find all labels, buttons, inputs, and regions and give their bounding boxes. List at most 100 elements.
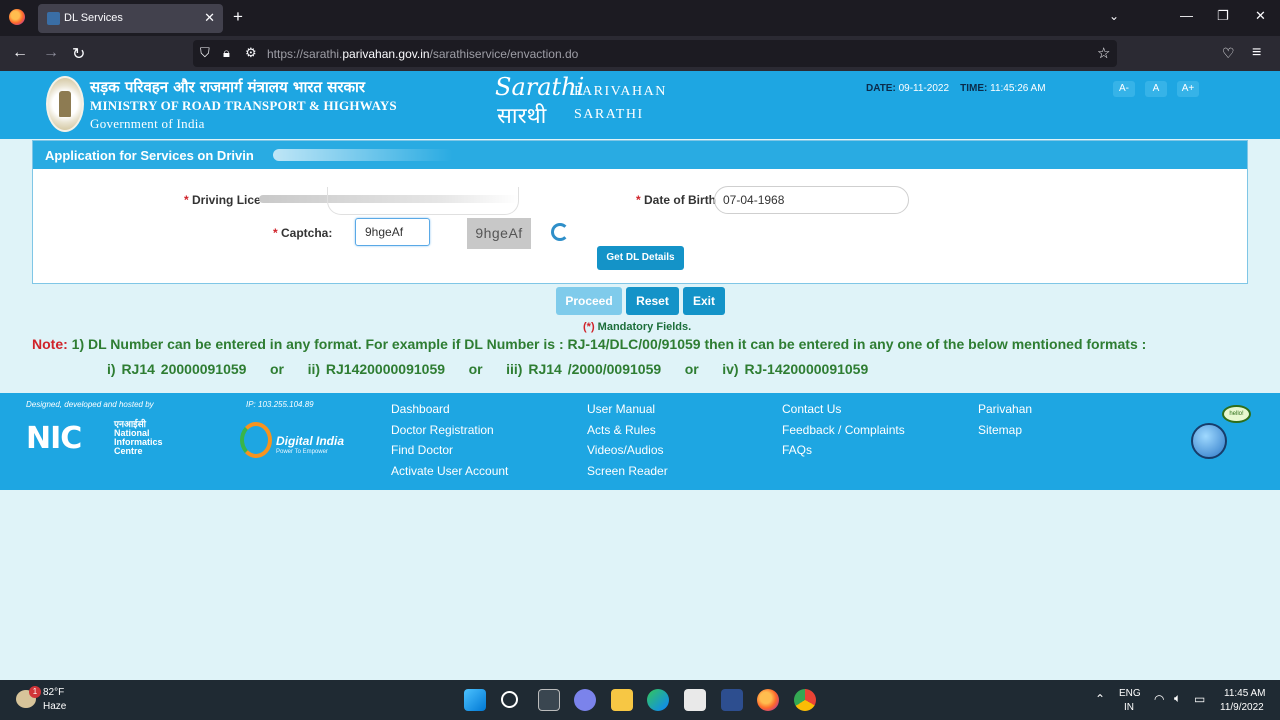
tab-dl-services[interactable]: DL Services ✕ xyxy=(38,4,223,33)
language-region[interactable]: IN xyxy=(1124,702,1134,713)
reset-button[interactable]: Reset xyxy=(626,287,679,315)
menu-icon[interactable]: ≡ xyxy=(1252,44,1261,62)
start-icon[interactable] xyxy=(464,689,486,711)
site-header: सड़क परिवहन और राजमार्ग मंत्रालय भारत सर… xyxy=(0,71,1280,139)
search-icon[interactable] xyxy=(501,691,518,708)
ip-address: IP: 103.255.104.89 xyxy=(246,400,314,409)
dl-number-input[interactable] xyxy=(327,187,519,215)
show-hidden-icons-icon[interactable]: ⌃ xyxy=(1095,692,1105,706)
edge-icon[interactable] xyxy=(647,689,669,711)
sarathi-logo: Sarathi xyxy=(495,73,585,101)
sarathi-wordmark: SARATHI xyxy=(574,107,644,122)
application-panel: Application for Services on Drivin * Dri… xyxy=(32,140,1248,284)
forward-icon[interactable]: → xyxy=(43,44,59,62)
close-tab-icon[interactable]: ✕ xyxy=(204,10,215,26)
back-icon[interactable]: ← xyxy=(12,44,28,62)
browser-nav-bar: ← → ↻ ⛉ 🔒︎ ⚙ https://sarathi.parivahan.g… xyxy=(0,36,1280,71)
dob-label: * Date of Birth xyxy=(636,193,717,207)
weather-condition[interactable]: Haze xyxy=(43,701,66,712)
tab-title: DL Services xyxy=(64,12,123,24)
new-tab-icon[interactable]: + xyxy=(233,7,243,27)
footer-link-dashboard[interactable]: Dashboard xyxy=(391,402,450,416)
sarathi-logo-hindi: सारथी xyxy=(497,104,547,129)
language-indicator[interactable]: ENG xyxy=(1119,688,1141,699)
firefox-icon[interactable] xyxy=(9,9,25,25)
windows-taskbar: 1 82°F Haze ⌃ ENG IN ◠ 🔈︎ ▭ 11:45 AM 11/… xyxy=(0,680,1280,720)
refresh-captcha-icon[interactable] xyxy=(551,223,569,241)
parivahan-wordmark: PARIVAHAN xyxy=(574,84,667,99)
dl-format-examples: i) RJ14 20000091059 or ii) RJ14200000910… xyxy=(107,361,869,377)
chatbot-bubble[interactable]: hello! xyxy=(1222,405,1251,423)
store-icon[interactable] xyxy=(684,689,706,711)
mandatory-fields-note: (*) Mandatory Fields. xyxy=(583,321,692,333)
dl-format-note: Note: 1) DL Number can be entered in any… xyxy=(32,336,1147,352)
font-increase-button[interactable]: A+ xyxy=(1177,81,1199,97)
national-emblem-icon xyxy=(46,76,84,132)
window-close-icon[interactable]: ✕ xyxy=(1255,8,1266,24)
footer-link-parivahan[interactable]: Parivahan xyxy=(978,402,1032,416)
weather-badge: 1 xyxy=(29,686,41,698)
pocket-icon[interactable]: ♡ xyxy=(1222,45,1235,62)
permissions-icon[interactable]: ⚙ xyxy=(245,45,257,61)
ministry-name: MINISTRY OF ROAD TRANSPORT & HIGHWAYS xyxy=(90,98,397,113)
date-time: DATE: 09-11-2022 TIME: 11:45:26 AM xyxy=(866,83,1046,94)
minimize-icon[interactable]: — xyxy=(1180,8,1193,23)
url-bar[interactable]: ⛉ 🔒︎ ⚙ https://sarathi.parivahan.gov.in/… xyxy=(193,40,1117,67)
designed-by-text: Designed, developed and hosted by xyxy=(26,400,154,409)
redacted-blur xyxy=(273,149,453,161)
footer-link-doctor-registration[interactable]: Doctor Registration xyxy=(391,423,494,437)
footer-link-acts-rules[interactable]: Acts & Rules xyxy=(587,423,656,437)
ministry-hindi: सड़क परिवहन और राजमार्ग मंत्रालय भारत सर… xyxy=(90,78,366,96)
get-dl-details-button[interactable]: Get DL Details xyxy=(597,246,684,270)
firefox-taskbar-icon[interactable] xyxy=(757,689,779,711)
shield-icon[interactable]: ⛉ xyxy=(200,45,210,61)
weather-temp[interactable]: 82°F xyxy=(43,687,64,698)
reload-icon[interactable]: ↻ xyxy=(72,44,85,64)
footer-link-user-manual[interactable]: User Manual xyxy=(587,402,655,416)
footer-link-activate-user-account[interactable]: Activate User Account xyxy=(391,464,508,478)
footer-link-find-doctor[interactable]: Find Doctor xyxy=(391,443,453,457)
digital-india-logo: Digital India xyxy=(276,434,345,448)
chrome-icon[interactable] xyxy=(794,689,816,711)
teams-chat-icon[interactable] xyxy=(574,689,596,711)
captcha-input[interactable]: 9hgeAf xyxy=(355,218,430,246)
digital-india-tagline: Power To Empower xyxy=(276,449,328,455)
footer-link-sitemap[interactable]: Sitemap xyxy=(978,423,1022,437)
panel-header: Application for Services on Drivin xyxy=(33,141,1247,169)
wifi-icon[interactable]: ◠ xyxy=(1154,692,1164,706)
volume-icon[interactable]: 🔈︎ xyxy=(1174,691,1181,706)
task-view-icon[interactable] xyxy=(538,689,560,711)
font-decrease-button[interactable]: A- xyxy=(1113,81,1135,97)
clock-time[interactable]: 11:45 AM xyxy=(1224,688,1266,699)
font-normal-button[interactable]: A xyxy=(1145,81,1167,97)
government-of-india: Government of India xyxy=(90,116,205,131)
nic-logo: NIC xyxy=(26,421,82,456)
digital-india-icon xyxy=(240,422,272,458)
exit-button[interactable]: Exit xyxy=(683,287,725,315)
clock-date[interactable]: 11/9/2022 xyxy=(1220,702,1264,713)
footer-link-videos-audios[interactable]: Videos/Audios xyxy=(587,443,664,457)
captcha-label: * Captcha: xyxy=(273,226,333,240)
footer-link-screen-reader[interactable]: Screen Reader xyxy=(587,464,668,478)
panel-title: Application for Services on Drivin xyxy=(45,148,254,163)
bookmark-star-icon[interactable]: ☆ xyxy=(1097,44,1110,62)
list-all-tabs-icon[interactable]: ⌄ xyxy=(1109,9,1119,23)
dl-number-label: * Driving Lice xyxy=(184,193,261,207)
proceed-button[interactable]: Proceed xyxy=(556,287,622,315)
url-text: https://sarathi.parivahan.gov.in/sarathi… xyxy=(267,47,579,61)
captcha-image: 9hgeAf xyxy=(467,218,531,249)
site-favicon-icon xyxy=(47,12,60,25)
maximize-icon[interactable]: ❐ xyxy=(1217,8,1229,24)
site-footer: Designed, developed and hosted by IP: 10… xyxy=(0,393,1280,490)
footer-link-feedback[interactable]: Feedback / Complaints xyxy=(782,423,905,437)
nic-logo-text: एनआईसी National Informatics Centre xyxy=(114,419,163,456)
battery-icon[interactable]: ▭ xyxy=(1194,692,1205,706)
dob-input[interactable]: 07-04-1968 xyxy=(714,186,909,214)
lock-icon[interactable]: 🔒︎ xyxy=(223,45,230,61)
chatbot-mascot-icon[interactable] xyxy=(1191,423,1227,459)
footer-link-contact-us[interactable]: Contact Us xyxy=(782,402,841,416)
browser-tab-bar: DL Services ✕ + ⌄ — ❐ ✕ xyxy=(0,0,1280,36)
app-icon[interactable] xyxy=(721,689,743,711)
footer-link-faqs[interactable]: FAQs xyxy=(782,443,812,457)
file-explorer-icon[interactable] xyxy=(611,689,633,711)
